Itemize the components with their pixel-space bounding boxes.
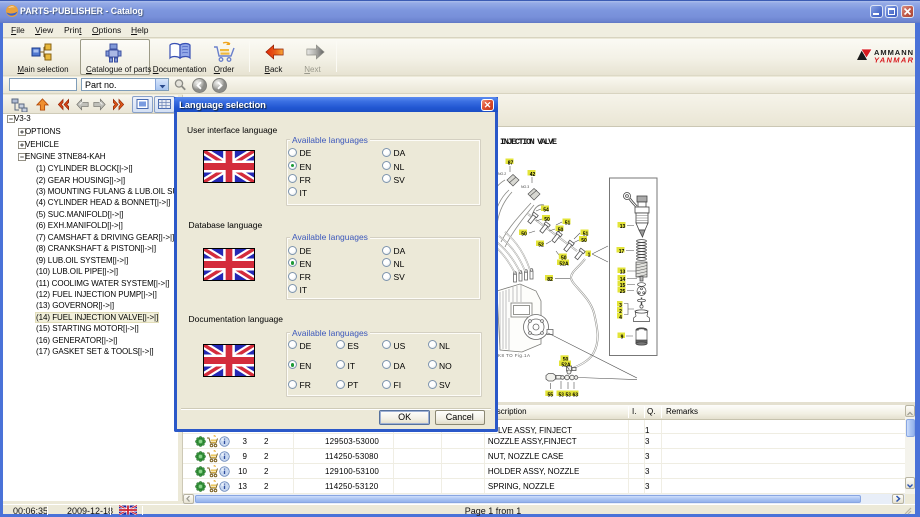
svg-text:9: 9 xyxy=(621,334,624,340)
svg-text:NO.2: NO.2 xyxy=(498,172,506,176)
svg-text:YANMAR: YANMAR xyxy=(874,56,914,65)
svg-text:42: 42 xyxy=(530,172,536,178)
svg-text:NO.3: NO.3 xyxy=(521,185,529,189)
svg-text:50: 50 xyxy=(544,217,550,223)
svg-text:25: 25 xyxy=(620,289,626,295)
svg-text:52: 52 xyxy=(538,242,544,248)
svg-text:53: 53 xyxy=(566,392,572,398)
svg-text:4: 4 xyxy=(619,315,622,321)
svg-text:87: 87 xyxy=(508,160,514,166)
svg-text:INJECTION VALVE: INJECTION VALVE xyxy=(500,137,557,147)
svg-text:1: 1 xyxy=(588,252,591,258)
svg-text:55: 55 xyxy=(548,392,554,398)
svg-text:52A: 52A xyxy=(561,362,571,368)
svg-text:51: 51 xyxy=(565,220,571,226)
svg-text:50: 50 xyxy=(521,231,527,237)
svg-text:17: 17 xyxy=(619,249,625,255)
svg-text:13: 13 xyxy=(620,224,626,230)
svg-text:50: 50 xyxy=(558,227,564,233)
svg-text:K8 TO Fig.1A: K8 TO Fig.1A xyxy=(498,353,530,358)
svg-text:13: 13 xyxy=(620,269,626,275)
svg-text:54: 54 xyxy=(543,207,549,213)
svg-text:52A: 52A xyxy=(559,261,569,267)
svg-text:50: 50 xyxy=(581,238,587,244)
svg-text:63: 63 xyxy=(573,392,579,398)
svg-text:53: 53 xyxy=(559,392,565,398)
svg-text:82: 82 xyxy=(547,277,553,283)
